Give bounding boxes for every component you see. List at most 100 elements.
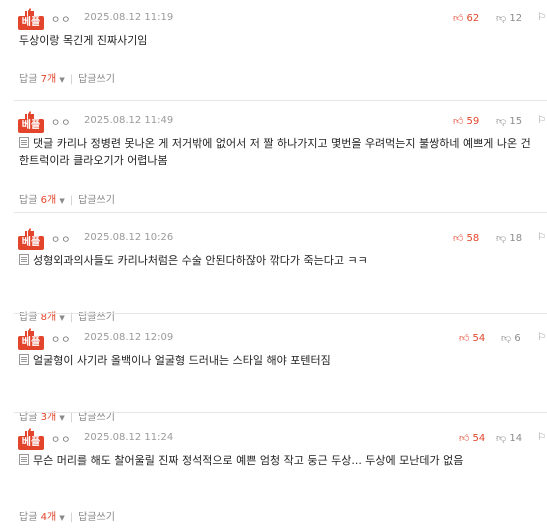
dislike-count: 12 [509, 13, 523, 24]
document-icon [19, 454, 29, 465]
document-icon [19, 137, 29, 148]
comment-text: 댓글 카리나 정병련 못나온 게 저거밖에 없어서 저 짤 하나가지고 몇번을 … [19, 137, 531, 167]
comment-text: 무슨 머리를 해도 찰어울릴 진짜 정석적으로 예쁜 엄청 작고 둥근 두상..… [33, 454, 464, 467]
comment-date: 2025.08.12 11:49 [84, 115, 174, 126]
write-reply-link[interactable]: 답글쓰기 [78, 74, 115, 85]
thumbs-up-icon: 👍︎ [453, 116, 464, 127]
reply-toggle[interactable]: 답글 6개 ▼ [19, 195, 65, 206]
reply-separator: | [69, 74, 74, 85]
reply-separator: | [69, 512, 74, 523]
caret-down-icon: ▼ [59, 76, 65, 84]
comment-date: 2025.08.12 11:24 [84, 432, 174, 443]
thumbs-down-icon: 👎︎ [496, 13, 507, 24]
reply-toggle[interactable]: 답글 4개 ▼ [19, 512, 65, 523]
report-icon[interactable]: ⚐ [537, 12, 546, 23]
report-icon[interactable]: ⚐ [537, 115, 546, 126]
thumbs-down-icon: 👎︎ [496, 116, 507, 127]
dislike-button[interactable]: 👎︎ 6 [501, 332, 521, 344]
reply-bar: 답글 4개 ▼ | 답글쓰기 [19, 508, 115, 523]
comment-divider [14, 212, 547, 213]
best-badge: 베플 [18, 228, 44, 250]
thumbs-up-icon: 👍︎ [459, 333, 470, 344]
best-badge: 베플 [18, 8, 44, 30]
comment-text: 성형외과의사들도 카리나처럼은 수술 안된다하잖아 깎다가 죽는다고 ㅋㅋ [33, 254, 368, 267]
dislike-button[interactable]: 👎︎ 18 [496, 232, 522, 244]
dislike-count: 6 [514, 333, 521, 344]
reply-count: 7개 [40, 74, 57, 85]
report-icon[interactable]: ⚐ [537, 432, 546, 443]
comment-text: 두상이랑 목긴게 진짜사기임 [19, 34, 148, 47]
reply-label: 답글 [19, 74, 38, 85]
dislike-count: 14 [509, 433, 523, 444]
thumbs-up-icon [25, 228, 34, 236]
comment-date: 2025.08.12 10:26 [84, 232, 174, 243]
reply-toggle[interactable]: 답글 7개 ▼ [19, 74, 65, 85]
like-count: 58 [466, 233, 480, 244]
like-button[interactable]: 👍︎ 59 [453, 115, 479, 127]
like-count: 62 [466, 13, 480, 24]
comment-text-block: 무슨 머리를 해도 찰어울릴 진짜 정석적으로 예쁜 엄청 작고 둥근 두상..… [19, 452, 539, 469]
best-badge-label: 베플 [18, 119, 44, 133]
comment-item: 베플 ㅇㅇ 2025.08.12 11:19 👍︎ 62 👎︎ 12 ⚐ 두상이랑… [0, 0, 547, 110]
like-count: 54 [472, 433, 486, 444]
comment-divider [14, 412, 547, 413]
caret-down-icon: ▼ [59, 197, 65, 205]
thumbs-up-icon: 👍︎ [453, 233, 464, 244]
like-button[interactable]: 👍︎ 54 [459, 332, 485, 344]
best-badge: 베플 [18, 428, 44, 450]
document-icon [19, 254, 29, 265]
best-badge: 베플 [18, 328, 44, 350]
best-badge-label: 베플 [18, 436, 44, 450]
comment-divider [14, 313, 547, 314]
thumbs-up-icon: 👍︎ [453, 13, 464, 24]
report-icon[interactable]: ⚐ [537, 232, 546, 243]
comment-date: 2025.08.12 11:19 [84, 12, 174, 23]
reply-bar: 답글 6개 ▼ | 답글쓰기 [19, 191, 115, 206]
comment-item: 베플 ㅇㅇ 2025.08.12 11:49 👍︎ 59 👎︎ 15 ⚐ 댓글 카… [0, 103, 547, 213]
thumbs-up-icon [25, 428, 34, 436]
thumbs-up-icon [25, 8, 34, 16]
dislike-button[interactable]: 👎︎ 14 [496, 432, 522, 444]
write-reply-link[interactable]: 답글쓰기 [78, 512, 115, 523]
comment-text: 얼굴형이 사기라 올백이나 얼굴형 드러내는 스타일 해야 포텐터짐 [33, 354, 331, 367]
reply-count: 6개 [40, 195, 57, 206]
like-count: 54 [472, 333, 486, 344]
best-badge-label: 베플 [18, 336, 44, 350]
like-count: 59 [466, 116, 480, 127]
dislike-button[interactable]: 👎︎ 12 [496, 12, 522, 24]
reply-separator: | [69, 195, 74, 206]
comment-text-block: 댓글 카리나 정병련 못나온 게 저거밖에 없어서 저 짤 하나가지고 몇번을 … [19, 135, 539, 169]
dislike-count: 18 [509, 233, 523, 244]
like-button[interactable]: 👍︎ 54 [459, 432, 485, 444]
like-button[interactable]: 👍︎ 62 [453, 12, 479, 24]
thumbs-up-icon [25, 328, 34, 336]
caret-down-icon: ▼ [59, 514, 65, 522]
author-nick[interactable]: ㅇㅇ [51, 331, 71, 346]
report-icon[interactable]: ⚐ [537, 332, 546, 343]
best-badge-label: 베플 [18, 16, 44, 30]
comment-item: 베플 ㅇㅇ 2025.08.12 12:09 👍︎ 54 👎︎ 6 ⚐ 얼굴형이 … [0, 320, 547, 430]
best-badge: 베플 [18, 111, 44, 133]
thumbs-up-icon [25, 111, 34, 119]
thumbs-down-icon: 👎︎ [496, 433, 507, 444]
thumbs-down-icon: 👎︎ [501, 333, 512, 344]
author-nick[interactable]: ㅇㅇ [51, 431, 71, 446]
comment-text-block: 성형외과의사들도 카리나처럼은 수술 안된다하잖아 깎다가 죽는다고 ㅋㅋ [19, 252, 539, 269]
dislike-button[interactable]: 👎︎ 15 [496, 115, 522, 127]
comment-date: 2025.08.12 12:09 [84, 332, 174, 343]
document-icon [19, 354, 29, 365]
like-button[interactable]: 👍︎ 58 [453, 232, 479, 244]
author-nick[interactable]: ㅇㅇ [51, 11, 71, 26]
author-nick[interactable]: ㅇㅇ [51, 114, 71, 129]
write-reply-link[interactable]: 답글쓰기 [78, 195, 115, 206]
comment-text-block: 두상이랑 목긴게 진짜사기임 [19, 32, 539, 49]
reply-count: 4개 [40, 512, 57, 523]
thumbs-up-icon: 👍︎ [459, 433, 470, 444]
thumbs-down-icon: 👎︎ [496, 233, 507, 244]
comment-item: 베플 ㅇㅇ 2025.08.12 11:24 👍︎ 54 👎︎ 14 ⚐ 무슨 머… [0, 420, 547, 530]
author-nick[interactable]: ㅇㅇ [51, 231, 71, 246]
reply-bar: 답글 7개 ▼ | 답글쓰기 [19, 70, 115, 85]
best-badge-label: 베플 [18, 236, 44, 250]
comment-text-block: 얼굴형이 사기라 올백이나 얼굴형 드러내는 스타일 해야 포텐터짐 [19, 352, 539, 369]
reply-label: 답글 [19, 195, 38, 206]
